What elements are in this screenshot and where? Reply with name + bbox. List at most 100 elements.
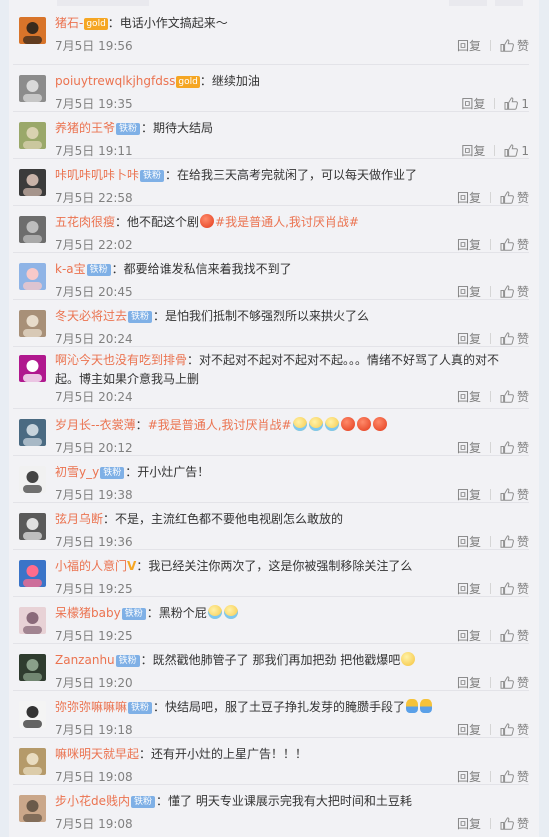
reply-button[interactable]: 回复	[457, 390, 481, 404]
like-button[interactable]: 赞	[500, 488, 529, 502]
avatar[interactable]	[19, 310, 46, 337]
comment-text: ：开小灶广告！	[125, 465, 210, 479]
like-button[interactable]: 赞	[500, 629, 529, 643]
like-button[interactable]: 赞	[500, 817, 529, 831]
like-button[interactable]: 赞	[500, 535, 529, 549]
row-divider	[13, 643, 529, 644]
reply-button[interactable]: 回复	[461, 144, 485, 158]
avatar[interactable]	[19, 466, 46, 493]
like-button[interactable]: 赞	[500, 770, 529, 784]
avatar[interactable]	[19, 263, 46, 290]
like-button[interactable]: 赞	[500, 191, 529, 205]
username-link[interactable]: 弥弥弥嘛嘛嘛	[55, 700, 127, 714]
username-link[interactable]: 小福的人意门	[55, 559, 127, 573]
reply-button[interactable]: 回复	[457, 238, 481, 252]
avatar[interactable]	[19, 560, 46, 587]
reply-button[interactable]: 回复	[457, 332, 481, 346]
figure-emoji-icon	[420, 699, 433, 713]
like-button[interactable]: 赞	[500, 285, 529, 299]
hashtag-link[interactable]: #我是普通人,我讨厌肖战#	[215, 215, 359, 229]
like-count: 赞	[516, 629, 529, 643]
username-link[interactable]: 岁月长--衣裳薄	[55, 418, 136, 432]
username-link[interactable]: 啊沁今天也没有吃到排骨	[55, 353, 187, 367]
action-divider	[489, 489, 491, 500]
avatar[interactable]	[19, 75, 46, 102]
action-divider	[489, 583, 491, 594]
comment-text-line: poiuytrewqlkjhgfdss gold ：继续加油	[55, 72, 527, 91]
like-button[interactable]: 1	[504, 144, 529, 158]
action-divider	[489, 536, 491, 547]
comment-row: 初雪y_y 铁粉 ：开小灶广告！ 7月5日 19:38 回复 赞	[9, 455, 539, 502]
thumb-up-icon	[504, 144, 519, 157]
reply-button[interactable]: 回复	[457, 723, 481, 737]
comment-actions: 回复 赞	[457, 238, 529, 252]
like-button[interactable]: 赞	[500, 441, 529, 455]
avatar[interactable]	[19, 748, 46, 775]
comment-actions: 回复 赞	[457, 535, 529, 549]
username-link[interactable]: 弦月乌断	[55, 512, 103, 526]
username-link[interactable]: k-a宝	[55, 262, 86, 276]
like-count: 赞	[516, 191, 529, 205]
thumb-up-icon	[500, 488, 514, 501]
reply-button[interactable]: 回复	[457, 676, 481, 690]
avatar[interactable]	[19, 122, 46, 149]
username-link[interactable]: poiuytrewqlkjhgfdss	[55, 74, 175, 88]
like-button[interactable]: 赞	[500, 332, 529, 346]
row-divider	[13, 64, 529, 65]
row-divider	[13, 502, 529, 503]
reply-button[interactable]: 回复	[457, 582, 481, 596]
avatar[interactable]	[19, 17, 46, 44]
action-divider	[489, 442, 491, 453]
like-button[interactable]: 赞	[500, 390, 529, 404]
comment-actions: 回复 赞	[457, 817, 529, 831]
username-link[interactable]: 嘛咪明天就早起	[55, 747, 139, 761]
reply-button[interactable]: 回复	[461, 97, 485, 111]
reply-button[interactable]: 回复	[457, 191, 481, 205]
username-link[interactable]: 呆檬猪baby	[55, 606, 121, 620]
reply-button[interactable]: 回复	[457, 488, 481, 502]
avatar[interactable]	[19, 607, 46, 634]
reply-button[interactable]: 回复	[457, 535, 481, 549]
avatar[interactable]	[19, 419, 46, 446]
comment-row: 弦月乌断：不是，主流红色都不要他电视剧怎么敢放的 7月5日 19:36 回复 赞	[9, 502, 539, 549]
avatar[interactable]	[19, 701, 46, 728]
reply-button[interactable]: 回复	[457, 441, 481, 455]
username-link[interactable]: 步小花de贱内	[55, 794, 130, 808]
like-button[interactable]: 赞	[500, 582, 529, 596]
username-link[interactable]: 猪石-	[55, 16, 83, 30]
username-link[interactable]: 咔叽咔叽咔卜咔	[55, 168, 139, 182]
username-link[interactable]: 养猪的王爷	[55, 121, 115, 135]
username-link[interactable]: 五花肉很瘦	[55, 215, 115, 229]
reply-button[interactable]: 回复	[457, 770, 481, 784]
thumb-up-icon	[500, 723, 514, 736]
reply-button[interactable]: 回复	[457, 39, 481, 53]
angry-face-emoji-icon	[372, 417, 387, 431]
like-button[interactable]: 赞	[500, 238, 529, 252]
comment-actions: 回复 赞	[457, 285, 529, 299]
like-button[interactable]: 赞	[500, 723, 529, 737]
avatar[interactable]	[19, 795, 46, 822]
reply-button[interactable]: 回复	[457, 285, 481, 299]
like-button[interactable]: 赞	[500, 676, 529, 690]
comment-row: Zanzanhu 铁粉 ：既然戳他肺管子了 那我们再加把劲 把他戳爆吧 7月5日 19…	[9, 643, 539, 690]
comment-timestamp: 7月5日 19:08	[55, 817, 133, 831]
username-link[interactable]: 初雪y_y	[55, 465, 99, 479]
comment-text: ：黑粉个屁	[146, 606, 207, 620]
avatar[interactable]	[19, 216, 46, 243]
like-count: 赞	[516, 535, 529, 549]
reply-button[interactable]: 回复	[457, 629, 481, 643]
username-link[interactable]: 冬天必将过去	[55, 309, 127, 323]
like-button[interactable]: 赞	[500, 39, 529, 53]
like-button[interactable]: 1	[504, 97, 529, 111]
username-link[interactable]: Zanzanhu	[55, 653, 115, 667]
comment-actions: 回复 赞	[457, 488, 529, 502]
avatar[interactable]	[19, 654, 46, 681]
hashtag-link[interactable]: #我是普通人,我讨厌肖战#	[148, 418, 292, 432]
like-count: 1	[521, 144, 529, 158]
comment-timestamp: 7月5日 19:25	[55, 582, 133, 596]
reply-button[interactable]: 回复	[457, 817, 481, 831]
avatar[interactable]	[19, 169, 46, 196]
avatar[interactable]	[19, 513, 46, 540]
avatar[interactable]	[19, 355, 46, 382]
comment-row: k-a宝 铁粉 ：都要给谁发私信来着我找不到了 7月5日 20:45 回复 赞	[9, 252, 539, 299]
